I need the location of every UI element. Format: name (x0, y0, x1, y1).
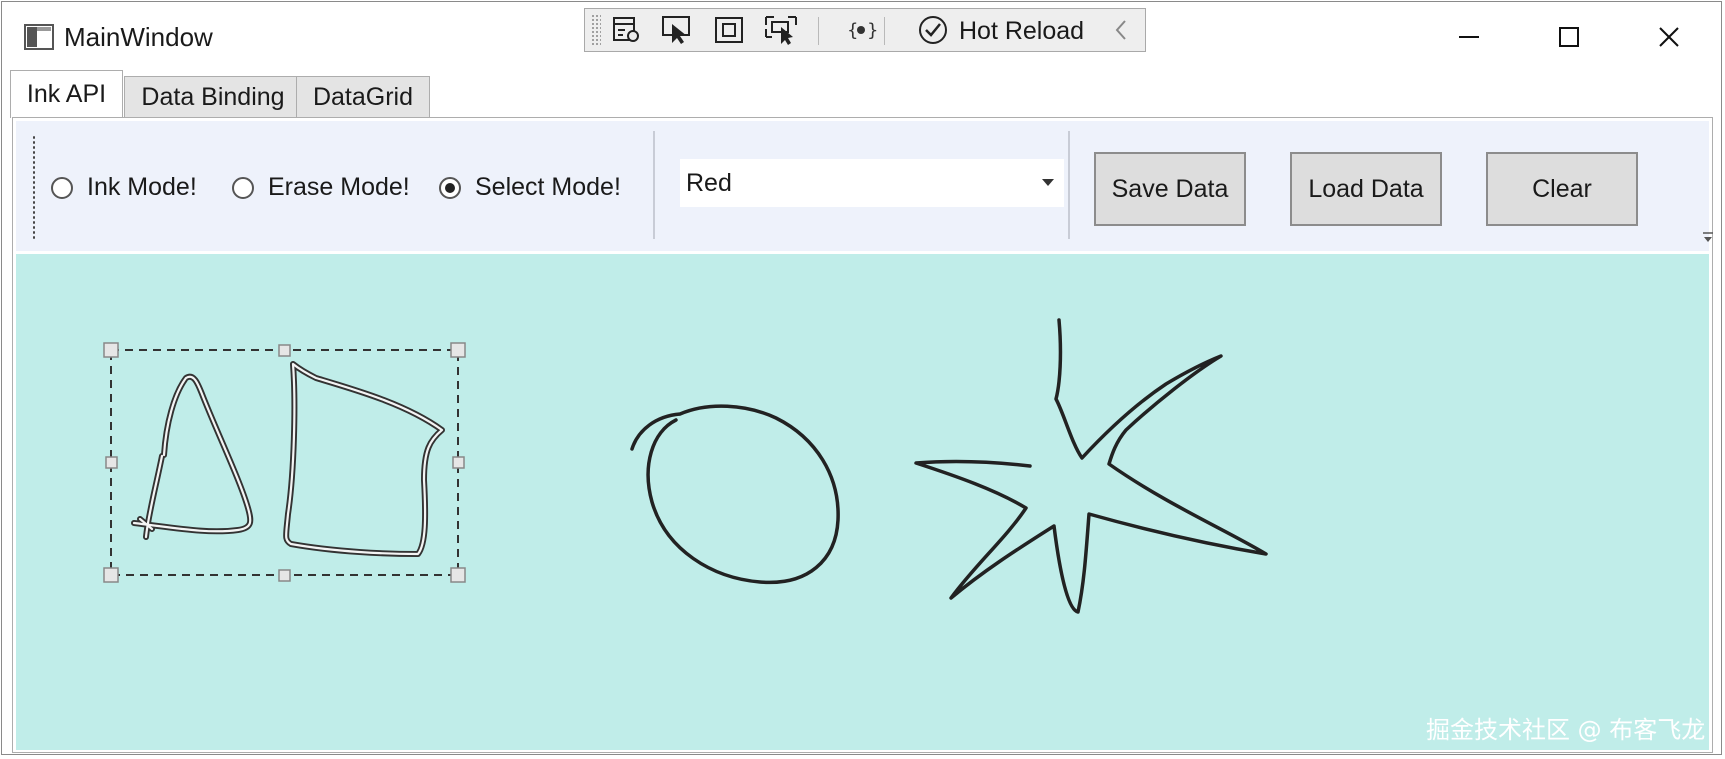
window-title: MainWindow (64, 22, 213, 52)
radio-label: Ink Mode! (87, 173, 197, 201)
resize-handle-bottom-right[interactable] (450, 567, 466, 583)
svg-text:{: { (847, 20, 858, 41)
hot-reload-check-icon[interactable] (915, 13, 951, 47)
maximize-icon (1559, 27, 1579, 47)
resize-handle-bottom-left[interactable] (103, 567, 119, 583)
minimize-icon (1459, 36, 1479, 38)
resize-handle-bottom[interactable] (278, 569, 291, 582)
app-window-icon (24, 24, 54, 50)
toolbar-overflow-icon[interactable] (1702, 231, 1714, 250)
tab-data-binding[interactable]: Data Binding (124, 76, 302, 118)
button-label: Clear (1532, 174, 1592, 203)
collapse-chevron-icon[interactable] (1103, 13, 1139, 47)
binding-failures-icon[interactable]: {} (843, 13, 879, 47)
maximize-button[interactable] (1534, 12, 1604, 62)
toolbar-separator (653, 131, 655, 239)
toolbar-grip[interactable] (32, 135, 36, 239)
close-button[interactable] (1634, 12, 1704, 62)
combo-value: Red (686, 168, 732, 197)
live-visual-tree-icon[interactable] (609, 13, 645, 47)
dropdown-arrow-icon[interactable] (1042, 179, 1054, 186)
select-mode-radio[interactable]: Select Mode! (439, 173, 621, 202)
tab-content-panel: Ink Mode! Erase Mode! Select Mode! Red S… (12, 117, 1713, 753)
resize-handle-top-right[interactable] (450, 342, 466, 358)
tab-ink-api[interactable]: Ink API (10, 70, 123, 118)
save-data-button[interactable]: Save Data (1094, 152, 1246, 226)
select-element-icon[interactable] (659, 13, 695, 47)
tab-label: Ink API (26, 80, 107, 108)
ink-toolbar: Ink Mode! Erase Mode! Select Mode! Red S… (16, 121, 1713, 251)
radio-circle[interactable] (232, 176, 254, 199)
tab-datagrid[interactable]: DataGrid (296, 76, 430, 118)
toolbar-separator (884, 17, 885, 45)
toolbar-grip[interactable] (591, 14, 601, 46)
radio-circle[interactable] (51, 176, 73, 199)
track-focused-element-icon[interactable] (763, 13, 799, 47)
display-layout-adorners-icon[interactable] (711, 13, 747, 47)
clear-button[interactable]: Clear (1486, 152, 1638, 226)
tab-strip: Ink API Data Binding DataGrid (10, 70, 1715, 118)
toolbar-separator (1068, 131, 1070, 239)
circle-stroke[interactable] (630, 404, 840, 585)
erase-mode-radio[interactable]: Erase Mode! (232, 173, 410, 202)
ink-strokes-layer[interactable] (16, 254, 1709, 750)
load-data-button[interactable]: Load Data (1290, 152, 1442, 226)
button-label: Load Data (1308, 174, 1424, 203)
debug-toolbar: {} Hot Reload (584, 8, 1146, 52)
radio-label: Erase Mode! (268, 173, 410, 201)
toolbar-separator (818, 17, 819, 45)
ink-mode-radio[interactable]: Ink Mode! (51, 173, 197, 202)
main-window: MainWindow {} Hot (1, 1, 1722, 755)
svg-text:}: } (867, 20, 877, 41)
radio-circle-checked[interactable] (439, 176, 461, 199)
tab-label: DataGrid (312, 83, 414, 111)
star-stroke[interactable] (914, 318, 1268, 614)
color-combobox[interactable]: Red (680, 159, 1064, 207)
resize-handle-left[interactable] (105, 456, 118, 469)
triangle-stroke[interactable] (131, 373, 254, 540)
close-icon (1659, 27, 1679, 47)
resize-handle-right[interactable] (452, 456, 465, 469)
minimize-button[interactable] (1434, 12, 1504, 62)
radio-label: Select Mode! (475, 173, 621, 201)
hot-reload-label[interactable]: Hot Reload (959, 17, 1084, 46)
tab-label: Data Binding (141, 83, 285, 111)
ink-canvas[interactable]: 掘金技术社区 @ 布客飞龙 (16, 254, 1709, 750)
button-label: Save Data (1111, 174, 1229, 203)
resize-handle-top[interactable] (278, 344, 291, 357)
watermark-text: 掘金技术社区 @ 布客飞龙 (1426, 716, 1706, 744)
resize-handle-top-left[interactable] (103, 342, 119, 358)
